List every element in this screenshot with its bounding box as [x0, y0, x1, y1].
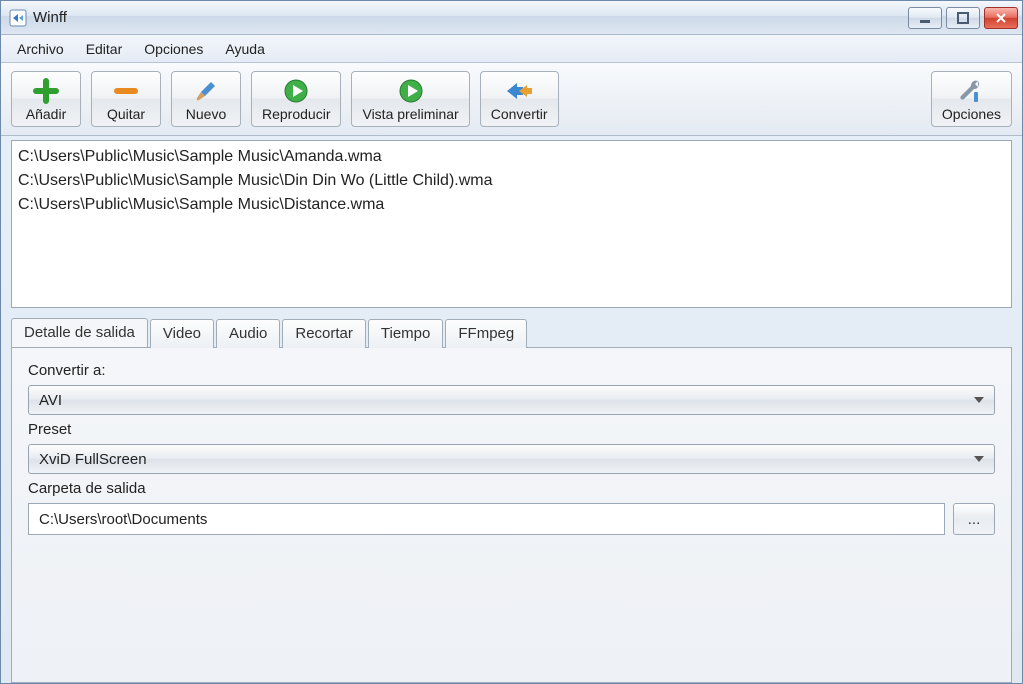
convert-to-combo[interactable]: AVI — [28, 385, 995, 415]
plus-icon — [30, 78, 62, 104]
minimize-icon — [919, 12, 931, 24]
convert-to-value: AVI — [39, 392, 974, 409]
preset-label: Preset — [28, 421, 995, 438]
tab-panel-output: Convertir a: AVI Preset XviD FullScreen … — [11, 347, 1012, 683]
tab-time[interactable]: Tiempo — [368, 319, 443, 348]
list-item[interactable]: C:\Users\Public\Music\Sample Music\Din D… — [18, 169, 1005, 193]
tab-output-detail[interactable]: Detalle de salida — [11, 318, 148, 347]
play-button[interactable]: Reproducir — [251, 71, 341, 127]
minimize-button[interactable] — [908, 7, 942, 29]
tabs-area: Detalle de salida Video Audio Recortar T… — [11, 318, 1012, 683]
menu-file[interactable]: Archivo — [7, 38, 74, 60]
toolbar-spacer — [569, 71, 921, 127]
app-icon — [9, 9, 27, 27]
tab-crop[interactable]: Recortar — [282, 319, 366, 348]
play-label: Reproducir — [262, 106, 330, 122]
output-folder-row: ... — [28, 503, 995, 535]
menubar: Archivo Editar Opciones Ayuda — [1, 35, 1022, 63]
convert-to-label: Convertir a: — [28, 362, 995, 379]
tab-video[interactable]: Video — [150, 319, 214, 348]
add-button[interactable]: Añadir — [11, 71, 81, 127]
list-item[interactable]: C:\Users\Public\Music\Sample Music\Amand… — [18, 145, 1005, 169]
app-window: Winff Archivo Editar Opciones Ayuda Añad… — [0, 0, 1023, 684]
options-button[interactable]: Opciones — [931, 71, 1012, 127]
chevron-down-icon — [974, 456, 984, 462]
convert-label: Convertir — [491, 106, 548, 122]
options-label: Opciones — [942, 106, 1001, 122]
minus-icon — [110, 78, 142, 104]
preset-value: XviD FullScreen — [39, 451, 974, 468]
list-item[interactable]: C:\Users\Public\Music\Sample Music\Dista… — [18, 193, 1005, 217]
menu-help[interactable]: Ayuda — [215, 38, 274, 60]
output-folder-label: Carpeta de salida — [28, 480, 995, 497]
browse-button[interactable]: ... — [953, 503, 995, 535]
brush-icon — [190, 78, 222, 104]
convert-button[interactable]: Convertir — [480, 71, 559, 127]
menu-options[interactable]: Opciones — [134, 38, 213, 60]
add-label: Añadir — [26, 106, 66, 122]
titlebar: Winff — [1, 1, 1022, 35]
new-label: Nuevo — [186, 106, 226, 122]
preview-icon — [395, 78, 427, 104]
tab-ffmpeg[interactable]: FFmpeg — [445, 319, 527, 348]
toolbar: Añadir Quitar Nuevo Reproducir — [1, 63, 1022, 136]
convert-icon — [503, 78, 535, 104]
window-controls — [908, 7, 1018, 29]
preset-combo[interactable]: XviD FullScreen — [28, 444, 995, 474]
close-icon — [995, 12, 1007, 24]
chevron-down-icon — [974, 397, 984, 403]
maximize-button[interactable] — [946, 7, 980, 29]
remove-label: Quitar — [107, 106, 145, 122]
file-list[interactable]: C:\Users\Public\Music\Sample Music\Amand… — [11, 140, 1012, 308]
preview-button[interactable]: Vista preliminar — [351, 71, 469, 127]
play-icon — [280, 78, 312, 104]
window-title: Winff — [33, 9, 908, 26]
close-button[interactable] — [984, 7, 1018, 29]
output-folder-input[interactable] — [28, 503, 945, 535]
maximize-icon — [957, 12, 969, 24]
tabstrip: Detalle de salida Video Audio Recortar T… — [11, 318, 1012, 347]
remove-button[interactable]: Quitar — [91, 71, 161, 127]
preview-label: Vista preliminar — [362, 106, 458, 122]
wrench-icon — [955, 78, 987, 104]
menu-edit[interactable]: Editar — [76, 38, 133, 60]
new-button[interactable]: Nuevo — [171, 71, 241, 127]
tab-audio[interactable]: Audio — [216, 319, 280, 348]
